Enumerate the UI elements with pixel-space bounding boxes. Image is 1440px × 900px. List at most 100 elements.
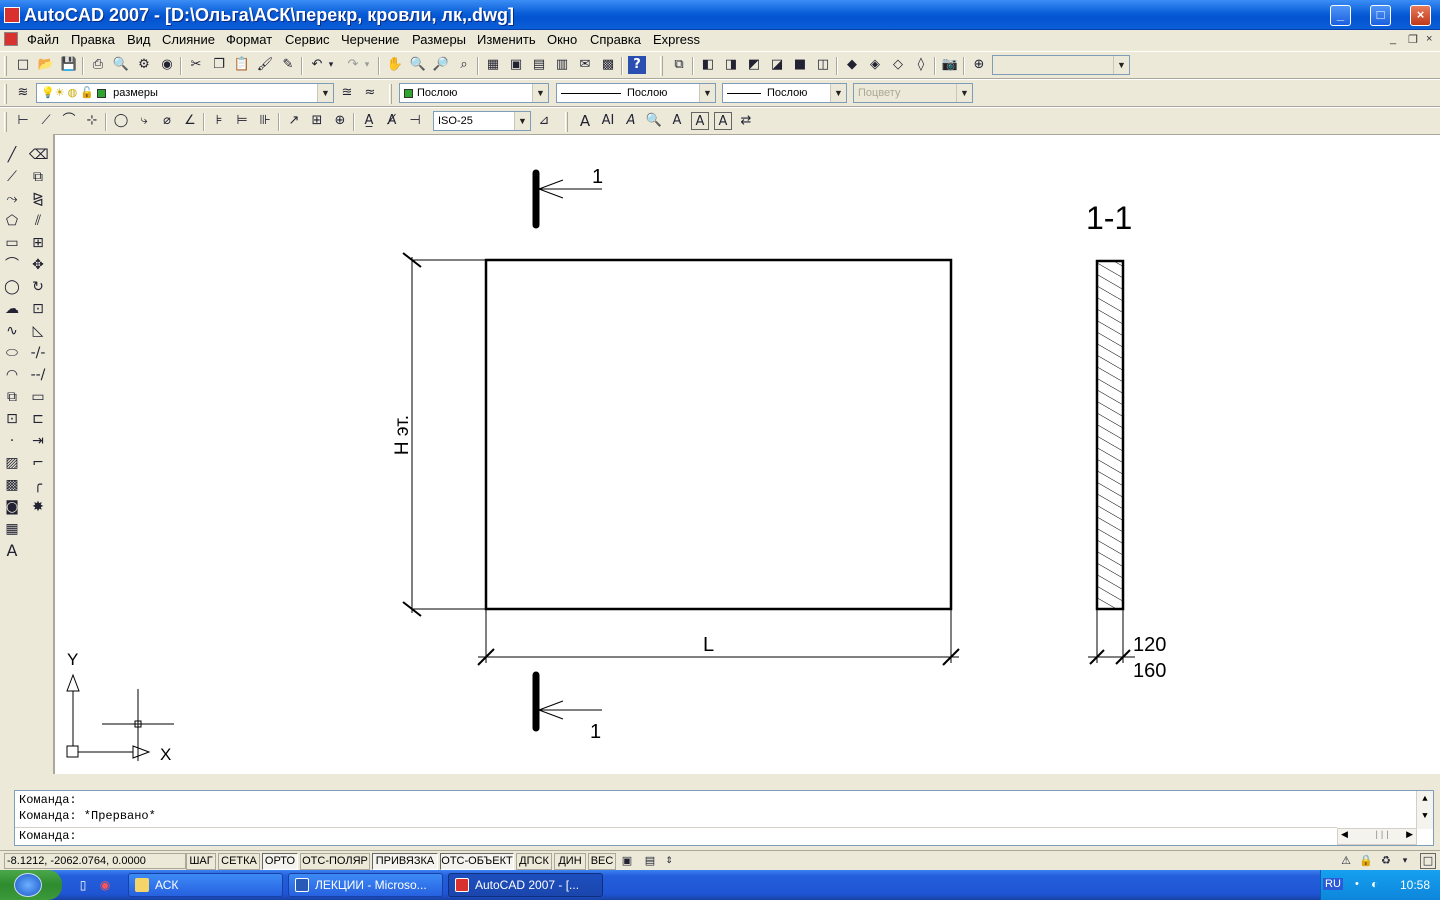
menu-view[interactable]: Вид bbox=[127, 32, 151, 47]
toolbar-grip[interactable] bbox=[4, 112, 7, 132]
help-icon[interactable]: ? bbox=[628, 56, 646, 74]
justify-text-icon[interactable]: A bbox=[714, 112, 732, 130]
arc-length-icon[interactable]: ⌒ bbox=[60, 112, 78, 130]
plot-icon[interactable]: ⎙ bbox=[89, 56, 107, 74]
insert-block-icon[interactable]: ⧉ bbox=[3, 388, 21, 406]
menu-edit[interactable]: Правка bbox=[71, 32, 115, 47]
se-iso-view-icon[interactable]: ◈ bbox=[866, 56, 884, 74]
doc-close-button[interactable]: × bbox=[1426, 33, 1432, 45]
baseline-dimension-icon[interactable]: ⊨ bbox=[233, 112, 251, 130]
polygon-icon[interactable]: ⬠ bbox=[3, 212, 21, 230]
line-icon[interactable]: ╱ bbox=[3, 146, 21, 164]
save-icon[interactable]: 💾 bbox=[60, 56, 78, 74]
named-views-icon[interactable]: ⧉ bbox=[670, 56, 688, 74]
ne-iso-view-icon[interactable]: ◇ bbox=[889, 56, 907, 74]
menu-draw[interactable]: Черчение bbox=[341, 32, 400, 47]
maximize-button[interactable]: □ bbox=[1370, 5, 1391, 26]
zoom-window-icon[interactable]: 🔎 bbox=[432, 56, 450, 74]
polar-toggle[interactable]: ОТС-ПОЛЯР bbox=[300, 853, 370, 870]
otrack-toggle[interactable]: ОТС-ОБЪЕКТ bbox=[440, 853, 514, 870]
menu-format[interactable]: Формат bbox=[226, 32, 272, 47]
language-indicator[interactable]: RU bbox=[1323, 878, 1343, 890]
taskbar-item-folder[interactable]: АСК bbox=[128, 873, 283, 897]
layer-previous-icon[interactable]: ≈ bbox=[361, 84, 379, 102]
grid-toggle[interactable]: СЕТКА bbox=[218, 853, 260, 870]
dimstyle-dropdown[interactable]: ISO-25 ▼ bbox=[433, 111, 531, 131]
undo-icon[interactable]: ↶ bbox=[308, 56, 326, 74]
explode-icon[interactable]: ✸ bbox=[29, 498, 47, 516]
start-button[interactable] bbox=[0, 870, 62, 900]
circle-icon[interactable]: ◯ bbox=[3, 278, 21, 296]
menu-help[interactable]: Справка bbox=[590, 32, 641, 47]
table-icon[interactable]: ▦ bbox=[3, 520, 21, 538]
layer-dropdown[interactable]: 💡☀ ◍ 🔓 размеры ▼ bbox=[36, 83, 334, 103]
length-dimension[interactable]: L bbox=[477, 609, 960, 666]
menu-express[interactable]: Express bbox=[653, 32, 700, 47]
aligned-dimension-icon[interactable]: ⟋ bbox=[37, 112, 55, 130]
publish-icon[interactable]: ⚙ bbox=[135, 56, 153, 74]
linear-dimension-icon[interactable]: ⊢ bbox=[14, 112, 32, 130]
continue-dimension-icon[interactable]: ⊪ bbox=[256, 112, 274, 130]
markup-icon[interactable]: ✉ bbox=[576, 56, 594, 74]
radius-dimension-icon[interactable]: ◯ bbox=[112, 112, 130, 130]
status-menu-icon[interactable]: ▾ bbox=[1398, 853, 1412, 869]
center-mark-icon[interactable]: ⊕ bbox=[331, 112, 349, 130]
menu-file[interactable]: Файл bbox=[27, 32, 59, 47]
doc-restore-button[interactable]: ❐ bbox=[1408, 33, 1418, 46]
section-mark-bottom[interactable]: 1 bbox=[532, 671, 602, 743]
rectangle-icon[interactable]: ▭ bbox=[3, 234, 21, 252]
taskbar-item-word[interactable]: ЛЕКЦИИ - Microso... bbox=[288, 873, 443, 897]
clean-screen-icon[interactable]: □ bbox=[1420, 853, 1436, 869]
multiline-text-icon[interactable]: A bbox=[576, 112, 594, 130]
undo-dropdown-icon[interactable]: ▾ bbox=[326, 56, 336, 74]
quicklaunch-desktop-icon[interactable]: ▯ bbox=[76, 877, 90, 893]
minimize-button[interactable]: _ bbox=[1330, 5, 1351, 26]
taskbar-item-autocad[interactable]: AutoCAD 2007 - [... bbox=[448, 873, 603, 897]
height-dimension[interactable]: H эт. bbox=[392, 252, 486, 617]
zoom-realtime-icon[interactable]: 🔍 bbox=[409, 56, 427, 74]
tray-settings-icon[interactable]: ♻ bbox=[1378, 853, 1394, 869]
mirror-icon[interactable]: ⧎ bbox=[29, 190, 47, 208]
linetype-dropdown[interactable]: Послою ▼ bbox=[556, 83, 716, 103]
gradient-icon[interactable]: ▩ bbox=[3, 476, 21, 494]
model-space-icon[interactable]: ▣ bbox=[618, 853, 636, 869]
osnap-toggle[interactable]: ПРИВЯЗКА bbox=[372, 853, 438, 870]
menu-tools[interactable]: Сервис bbox=[285, 32, 330, 47]
section-hatched-wall[interactable] bbox=[1095, 259, 1125, 611]
publish-web-icon[interactable]: ◉ bbox=[158, 56, 176, 74]
scale-icon[interactable]: ⊡ bbox=[29, 300, 47, 318]
single-line-text-icon[interactable]: AI bbox=[599, 112, 617, 130]
ducs-toggle[interactable]: ДПСК bbox=[516, 853, 552, 870]
command-history-scrollbar[interactable]: ▲ ▼ bbox=[1416, 791, 1433, 829]
construction-line-icon[interactable]: ⟋ bbox=[3, 168, 21, 186]
array-icon[interactable]: ⊞ bbox=[29, 234, 47, 252]
layer-manager-icon[interactable]: ≋ bbox=[14, 84, 32, 102]
join-icon[interactable]: ⇥ bbox=[29, 432, 47, 450]
extend-icon[interactable]: --/ bbox=[29, 366, 47, 384]
ordinate-dimension-icon[interactable]: ⊹ bbox=[83, 112, 101, 130]
toolbar-grip[interactable] bbox=[389, 84, 392, 104]
revision-cloud-icon[interactable]: ☁ bbox=[3, 300, 21, 318]
top-view-icon[interactable]: ◧ bbox=[699, 56, 717, 74]
command-history[interactable]: Команда: Команда: *Прервано* Команда: ▲ … bbox=[14, 790, 1434, 846]
section-thickness-dimension[interactable]: 120 160 bbox=[1088, 609, 1166, 682]
camera-icon[interactable]: 📷 bbox=[941, 56, 959, 74]
status-expand-icon[interactable]: ⇕ bbox=[664, 853, 674, 869]
properties-icon[interactable]: ▦ bbox=[484, 56, 502, 74]
copy-icon[interactable]: ❐ bbox=[210, 56, 228, 74]
ortho-toggle[interactable]: ОРТО bbox=[262, 853, 298, 870]
scale-text-icon[interactable]: A bbox=[691, 112, 709, 130]
chamfer-icon[interactable]: ⌐ bbox=[29, 454, 47, 472]
diameter-dimension-icon[interactable]: ⌀ bbox=[158, 112, 176, 130]
dimension-text-edit-icon[interactable]: A̸ bbox=[383, 112, 401, 130]
move-icon[interactable]: ✥ bbox=[29, 256, 47, 274]
multiline-text-draw-icon[interactable]: A bbox=[3, 542, 21, 560]
offset-icon[interactable]: ⫽ bbox=[29, 212, 47, 230]
sheet-set-icon[interactable]: ▥ bbox=[553, 56, 571, 74]
left-view-icon[interactable]: ◩ bbox=[745, 56, 763, 74]
lineweight-dropdown[interactable]: Послою ▼ bbox=[722, 83, 847, 103]
find-replace-icon[interactable]: 🔍 bbox=[645, 112, 663, 130]
toolbar-grip[interactable] bbox=[565, 112, 568, 132]
edit-text-icon[interactable]: A bbox=[622, 112, 640, 130]
trim-icon[interactable]: -/- bbox=[29, 344, 47, 362]
